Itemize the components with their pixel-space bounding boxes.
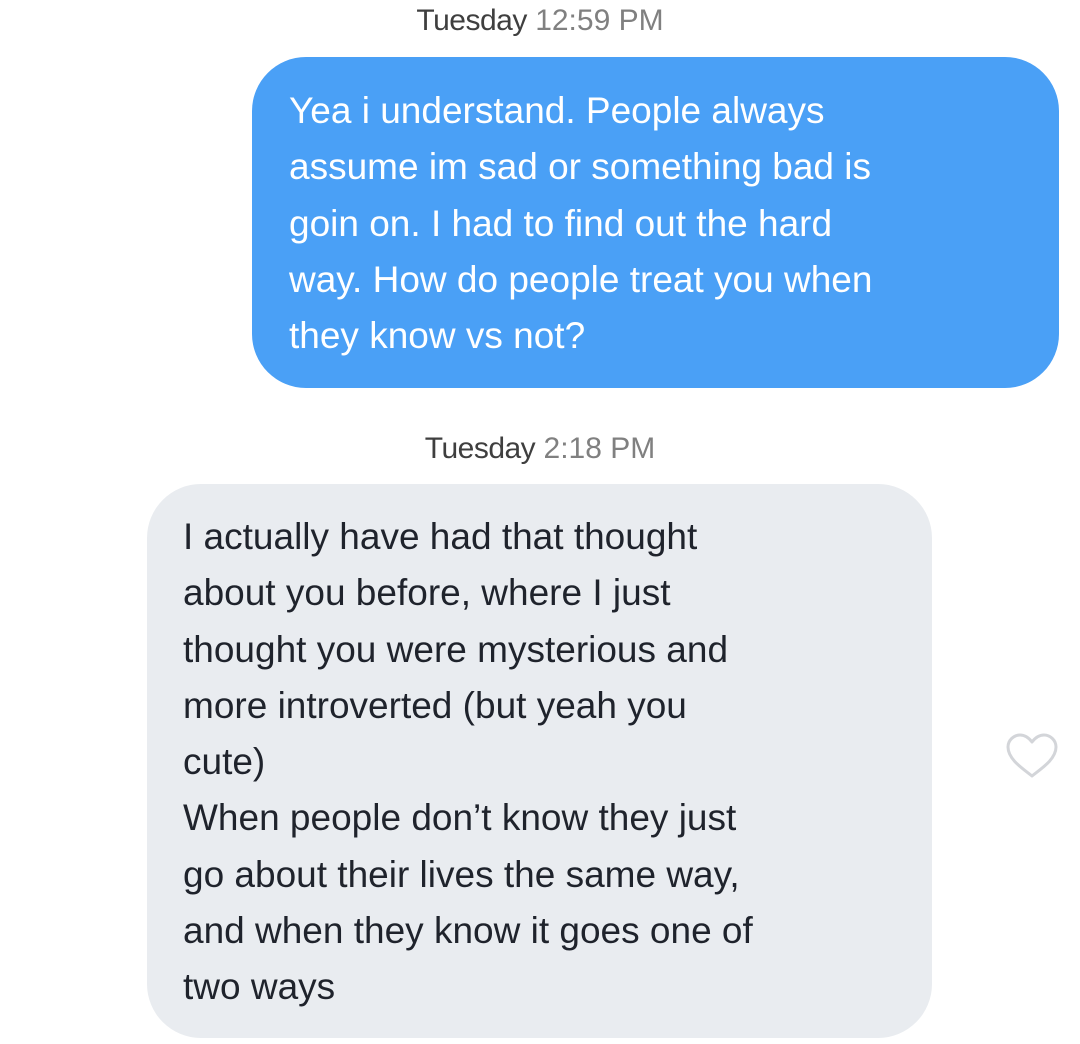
timestamp-time: 12:59 PM xyxy=(535,4,664,37)
sent-message-bubble[interactable]: Yea i understand. People always assume i… xyxy=(252,57,1059,388)
message-timestamp: Tuesday 12:59 PM xyxy=(0,4,1080,38)
timestamp-time: 2:18 PM xyxy=(543,432,656,465)
timestamp-day: Tuesday xyxy=(416,4,527,37)
received-message-bubble[interactable]: I actually have had that thought about y… xyxy=(147,484,932,1038)
message-timestamp: Tuesday 2:18 PM xyxy=(0,432,1080,466)
heart-outline-icon[interactable] xyxy=(1005,733,1059,779)
timestamp-day: Tuesday xyxy=(424,432,536,465)
